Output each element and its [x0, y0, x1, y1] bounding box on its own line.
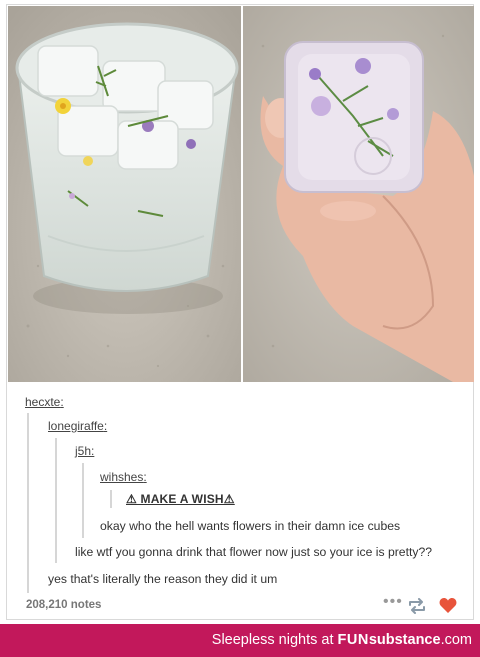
reblog-icon[interactable]: [407, 598, 427, 614]
quote-bar-4: [110, 490, 112, 508]
quote-bar-1: [27, 413, 29, 593]
note-count[interactable]: 208,210 notes: [26, 599, 101, 611]
photo-set: [8, 6, 474, 382]
watermark-fun: FUN: [337, 632, 369, 648]
hand-illustration: [243, 6, 474, 382]
photo-hand-holding-ice-cube[interactable]: [243, 6, 474, 382]
quote-bar-3: [82, 463, 84, 538]
watermark-bar: Sleepless nights at FUNsubstance.com: [0, 624, 480, 657]
glass-illustration: [8, 6, 241, 382]
reply-text-lonegiraffe: yes that's literally the reason they did…: [48, 572, 278, 586]
reply-text-wihshes: okay who the hell wants flowers in their…: [100, 519, 401, 533]
post-card: hecxte: lonegiraffe: j5h: wihshes: ⚠ MAK…: [6, 4, 474, 620]
username-wihshes[interactable]: wihshes:: [100, 470, 147, 484]
photo-glass-with-flower-ice[interactable]: [8, 6, 241, 382]
watermark-text[interactable]: Sleepless nights at FUNsubstance.com: [212, 632, 472, 648]
heart-icon[interactable]: [439, 597, 457, 614]
more-dots-icon[interactable]: •••: [383, 593, 403, 611]
username-j5h[interactable]: j5h:: [75, 444, 94, 458]
username-hecxte[interactable]: hecxte:: [25, 395, 64, 409]
watermark-caption: Sleepless nights at: [211, 632, 338, 648]
reply-text-j5h: like wtf you gonna drink that flower now…: [75, 545, 432, 559]
post-footer: 208,210 notes •••: [7, 591, 473, 621]
quote-bar-2: [55, 438, 57, 563]
watermark-substance: substance: [368, 632, 441, 648]
username-lonegiraffe[interactable]: lonegiraffe:: [48, 419, 107, 433]
make-a-wish-text: ⚠ MAKE A WISH⚠: [126, 492, 235, 506]
watermark-domain: .com: [440, 632, 472, 648]
